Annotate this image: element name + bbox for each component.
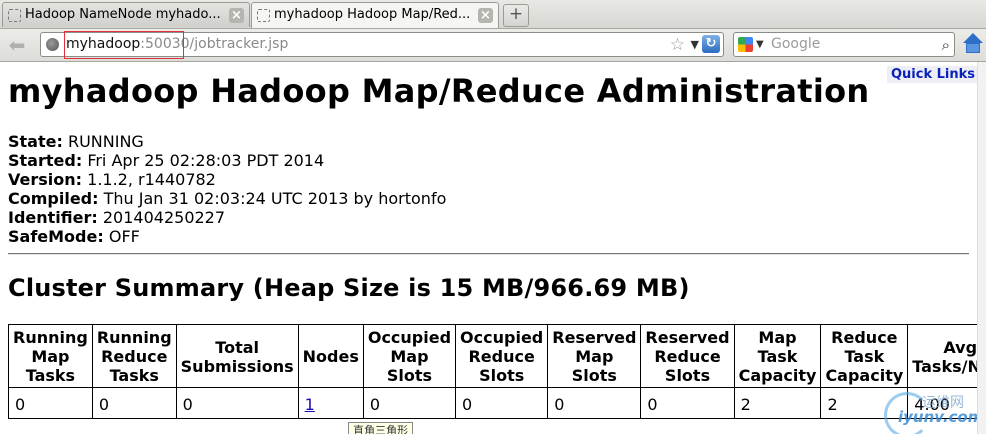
vertical-scrollbar[interactable] [977,62,986,434]
col-avg-tasks-node: Avg.Tasks/Node [907,324,986,388]
cluster-summary-heading: Cluster Summary (Heap Size is 15 MB/966.… [8,274,690,302]
info-identifier: Identifier: 201404250227 [8,208,226,227]
search-input[interactable]: Google [771,33,820,56]
col-running-reduce-tasks: Running Reduce Tasks [91,324,177,388]
cell-reserved-reduce-slots: 0 [640,387,735,419]
nodes-link[interactable]: 1 [305,395,315,414]
binoculars-icon[interactable]: ⌕ [942,36,950,54]
col-occupied-reduce-slots: Occupied Reduce Slots [455,324,549,388]
back-arrow-icon[interactable]: ⬅ [6,34,28,56]
info-safemode: SafeMode: OFF [8,227,140,246]
reload-icon[interactable]: ↻ [702,35,720,53]
info-started: Started: Fri Apr 25 02:28:03 PDT 2014 [8,151,325,170]
col-reserved-reduce-slots: Reserved Reduce Slots [640,324,735,388]
table-row: 0 0 0 1 0 0 0 0 2 2 4.00 [8,387,986,419]
col-nodes: Nodes [297,324,364,388]
col-occupied-map-slots: Occupied Map Slots [362,324,457,388]
watermark-logo: 运维网 iyunv.com [880,388,984,434]
cell-nodes: 1 [297,387,364,419]
tooltip: 直角三角形 [348,422,413,434]
page-content: Quick Links myhadoop Hadoop Map/Reduce A… [0,62,986,434]
tab-namenode[interactable]: Hadoop NameNode myhado... × [2,2,250,27]
watermark-site-text: iyunv.com [898,408,984,426]
info-version: Version: 1.1.2, r1440782 [8,170,216,189]
cell-occupied-map-slots: 0 [362,387,457,419]
col-running-map-tasks: Running Map Tasks [8,324,93,388]
chevron-down-icon[interactable]: ▼ [691,36,699,54]
cell-total-submissions: 0 [175,387,299,419]
jobtracker-info: State: RUNNING Started: Fri Apr 25 02:28… [8,132,446,246]
info-state: State: RUNNING [8,132,144,151]
tab-jobtracker[interactable]: myhadoop Hadoop Map/Red... × [251,2,499,28]
cell-running-map-tasks: 0 [8,387,93,419]
search-bar[interactable]: ▼ Google ⌕ [733,32,955,57]
cell-occupied-reduce-slots: 0 [455,387,549,419]
new-tab-button[interactable]: + [503,4,529,27]
col-reserved-map-slots: Reserved Map Slots [547,324,642,388]
page-title: myhadoop Hadoop Map/Reduce Administratio… [8,72,870,110]
cell-running-reduce-tasks: 0 [91,387,177,419]
home-icon[interactable] [962,33,984,55]
col-map-task-capacity: Map Task Capacity [733,324,822,388]
col-total-submissions: Total Submissions [175,324,299,388]
page-icon [8,9,21,22]
chevron-down-icon[interactable]: ▼ [756,36,764,54]
close-tab-icon[interactable]: × [478,8,493,23]
close-tab-icon[interactable]: × [229,8,244,23]
divider [8,253,969,255]
annotation-highlight-box [64,31,184,59]
cell-reserved-map-slots: 0 [547,387,642,419]
tab-bar: Hadoop NameNode myhado... × myhadoop Had… [0,0,986,29]
tab-title: Hadoop NameNode myhado... [25,7,221,22]
google-engine-icon[interactable] [738,37,753,52]
bookmark-star-icon[interactable]: ☆ [670,35,685,55]
cell-map-task-capacity: 2 [733,387,822,419]
col-reduce-task-capacity: Reduce Task Capacity [820,324,909,388]
cluster-summary-table: Running Map Tasks Running Reduce Tasks Total… [8,324,986,419]
table-header-row: Running Map Tasks Running Reduce Tasks Total… [8,324,986,388]
page-icon [257,9,270,22]
quick-links-link[interactable]: Quick Links [887,66,980,83]
info-compiled: Compiled: Thu Jan 31 02:03:24 UTC 2013 b… [8,189,447,208]
site-identity-icon[interactable] [46,38,59,51]
tab-title: myhadoop Hadoop Map/Red... [274,7,471,22]
